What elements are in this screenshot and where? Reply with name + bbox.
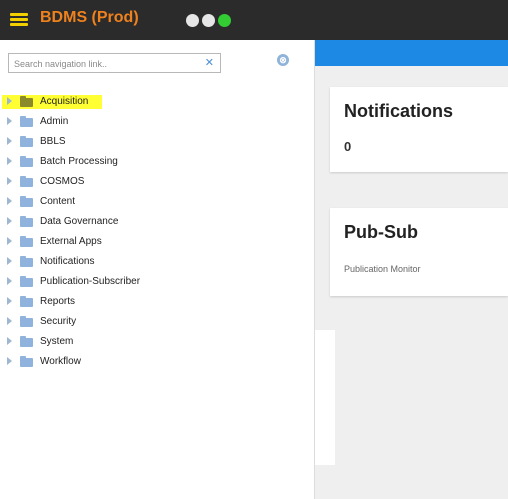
nav-item-label: Workflow — [40, 356, 81, 367]
content-header-band — [315, 40, 508, 66]
notification-count: 0 — [344, 139, 352, 154]
caret-right-icon[interactable] — [7, 137, 12, 145]
folder-icon — [20, 216, 33, 227]
window-dot-icon — [218, 14, 231, 27]
nav-item-label: Admin — [40, 116, 69, 127]
nav-item-system[interactable]: System — [0, 332, 314, 352]
nav-item-label: COSMOS — [40, 176, 85, 187]
folder-icon — [20, 316, 33, 327]
folder-icon — [20, 336, 33, 347]
nav-tree: Acquisition Admin BBLS Batch Processing … — [0, 92, 314, 372]
nav-item-notifications[interactable]: Notifications — [0, 252, 314, 272]
folder-icon — [20, 116, 33, 127]
nav-item-label: Publication-Subscriber — [40, 276, 141, 287]
nav-item-label: External Apps — [40, 236, 102, 247]
card-subtitle: Publication Monitor — [344, 264, 421, 274]
side-panel — [315, 330, 335, 465]
nav-item-publication-subscriber[interactable]: Publication-Subscriber — [0, 272, 314, 292]
main-content: Notifications 0 Pub-Sub Publication Moni… — [315, 40, 508, 499]
nav-item-content[interactable]: Content — [0, 192, 314, 212]
caret-right-icon[interactable] — [7, 257, 12, 265]
nav-item-label: Acquisition — [40, 96, 89, 107]
nav-item-label: Reports — [40, 296, 76, 307]
caret-right-icon[interactable] — [7, 237, 12, 245]
folder-icon — [20, 256, 33, 267]
hamburger-icon[interactable] — [10, 13, 28, 27]
nav-item-label: Security — [40, 316, 77, 327]
nav-item-cosmos[interactable]: COSMOS — [0, 172, 314, 192]
nav-item-security[interactable]: Security — [0, 312, 314, 332]
nav-item-data-governance[interactable]: Data Governance — [0, 212, 314, 232]
nav-item-workflow[interactable]: Workflow — [0, 352, 314, 372]
caret-right-icon[interactable] — [7, 357, 12, 365]
app-title: BDMS (Prod) — [40, 9, 139, 26]
nav-item-label: Content — [40, 196, 76, 207]
caret-right-icon[interactable] — [7, 337, 12, 345]
folder-icon — [20, 176, 33, 187]
folder-icon — [20, 356, 33, 367]
folder-icon — [20, 196, 33, 207]
window-dot-icon — [186, 14, 199, 27]
folder-icon — [20, 136, 33, 147]
nav-item-label: Notifications — [40, 256, 95, 267]
folder-icon — [20, 296, 33, 307]
caret-right-icon[interactable] — [7, 117, 12, 125]
folder-icon — [20, 236, 33, 247]
caret-right-icon[interactable] — [7, 197, 12, 205]
notifications-card[interactable]: Notifications 0 — [330, 87, 508, 172]
navigation-search: ✕ — [8, 53, 221, 73]
caret-right-icon[interactable] — [7, 177, 12, 185]
nav-item-acquisition[interactable]: Acquisition — [0, 92, 314, 112]
card-title: Notifications — [344, 101, 454, 121]
nav-item-external-apps[interactable]: External Apps — [0, 232, 314, 252]
nav-item-label: BBLS — [40, 136, 66, 147]
close-icon[interactable]: ✕ — [205, 56, 214, 70]
nav-item-batch-processing[interactable]: Batch Processing — [0, 152, 314, 172]
nav-item-admin[interactable]: Admin — [0, 112, 314, 132]
caret-right-icon[interactable] — [7, 97, 12, 105]
nav-item-reports[interactable]: Reports — [0, 292, 314, 312]
caret-right-icon[interactable] — [7, 297, 12, 305]
caret-right-icon[interactable] — [7, 277, 12, 285]
folder-icon — [20, 96, 33, 107]
top-bar: BDMS (Prod) — [0, 0, 508, 40]
navigation-sidebar: ✕ ⊗ Acquisition Admin BBLS Batch Process… — [0, 40, 315, 499]
card-title: Pub-Sub — [344, 222, 418, 242]
caret-right-icon[interactable] — [7, 217, 12, 225]
folder-icon — [20, 156, 33, 167]
search-input[interactable] — [14, 56, 194, 72]
gear-icon[interactable]: ⊗ — [277, 54, 289, 66]
nav-item-label: Data Governance — [40, 216, 119, 227]
nav-item-label: Batch Processing — [40, 156, 118, 167]
window-dot-icon — [202, 14, 215, 27]
caret-right-icon[interactable] — [7, 157, 12, 165]
nav-item-label: System — [40, 336, 74, 347]
caret-right-icon[interactable] — [7, 317, 12, 325]
pub-sub-card[interactable]: Pub-Sub Publication Monitor — [330, 208, 508, 296]
folder-icon — [20, 276, 33, 287]
nav-item-bbls[interactable]: BBLS — [0, 132, 314, 152]
